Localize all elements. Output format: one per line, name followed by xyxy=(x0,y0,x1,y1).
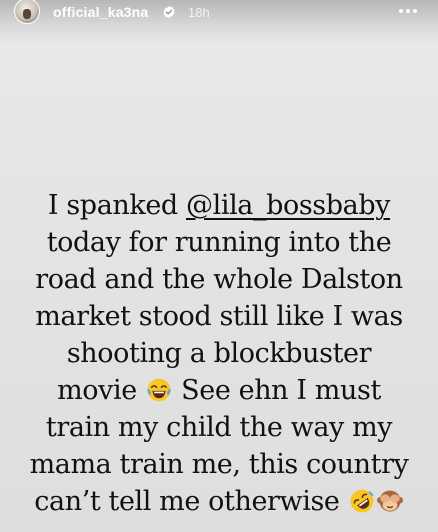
caption-line-4: market stood still like I was xyxy=(35,301,403,332)
caption-line-1: I spanked @lila_bossbaby xyxy=(10,187,428,224)
caption-text: movie xyxy=(57,375,145,406)
username[interactable]: official_ka3na xyxy=(53,4,148,20)
caption-line-3: road and the whole Dalston xyxy=(35,264,403,295)
caption-line-8: mama train me, this country xyxy=(29,449,409,480)
caption-line-2: today for running into the xyxy=(46,227,392,258)
story-caption: I spanked @lila_bossbaby today for runni… xyxy=(10,187,428,520)
face-with-tears-of-joy-icon xyxy=(147,378,171,402)
more-options-icon[interactable] xyxy=(396,3,420,19)
see-no-evil-monkey-icon xyxy=(376,490,403,512)
avatar[interactable] xyxy=(14,0,40,24)
rolling-on-floor-laughing-icon xyxy=(350,489,374,513)
caption-text: See ehn I must xyxy=(173,375,381,406)
caption-line-6: movie See ehn I must xyxy=(10,372,428,409)
caption-line-9: can’t tell me otherwise xyxy=(10,483,428,520)
mention-link[interactable]: @lila_bossbaby xyxy=(186,190,390,221)
post-time: 18h xyxy=(188,5,210,20)
caption-text: I spanked xyxy=(47,190,186,221)
caption-line-5: shooting a blockbuster xyxy=(66,338,372,369)
verified-badge-icon xyxy=(163,5,175,19)
story-header: official_ka3na 18h xyxy=(0,0,438,28)
caption-line-7: train my child the way my xyxy=(45,412,393,443)
caption-text: can’t tell me otherwise xyxy=(34,486,348,517)
